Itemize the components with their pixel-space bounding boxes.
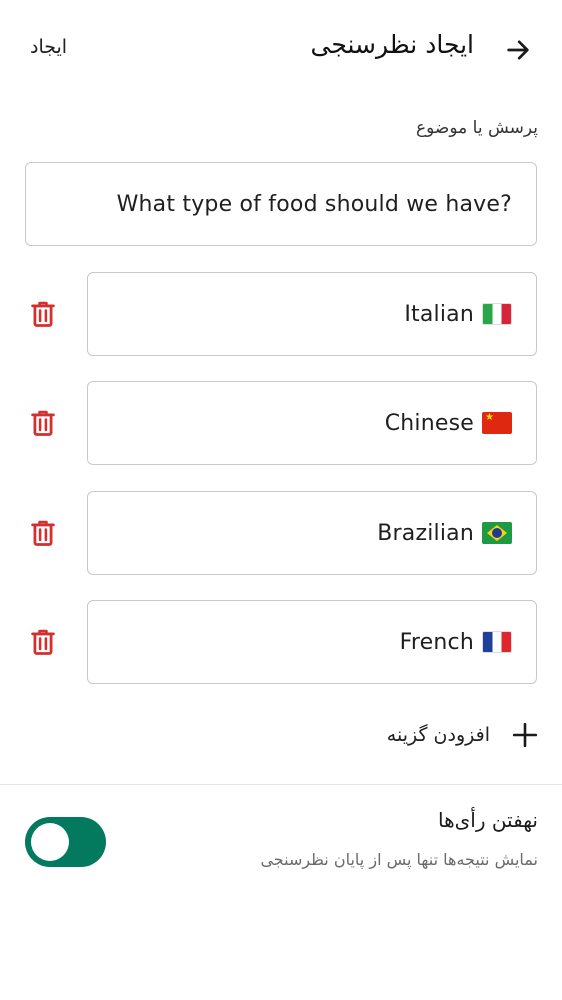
delete-option-button[interactable] xyxy=(28,626,58,658)
delete-option-button[interactable] xyxy=(28,517,58,549)
hide-votes-subtitle: نمایش نتیجه‌ها تنها پس از پایان نظرسنجی xyxy=(260,850,538,869)
create-poll-screen: ایجاد نظرسنجی ایجاد پرسش یا موضوع What t… xyxy=(0,0,562,1000)
question-label: پرسش یا موضوع xyxy=(416,118,538,138)
flag-china-icon: ★ xyxy=(482,412,512,434)
option-label: Brazilian xyxy=(377,520,474,546)
back-button[interactable] xyxy=(502,34,534,66)
plus-icon xyxy=(512,722,538,748)
trash-icon xyxy=(31,629,55,655)
flag-brazil-icon xyxy=(482,522,512,544)
delete-option-button[interactable] xyxy=(28,407,58,439)
trash-icon xyxy=(31,520,55,546)
toggle-knob xyxy=(31,823,69,861)
question-value: What type of food should we have? xyxy=(116,191,512,217)
delete-option-button[interactable] xyxy=(28,298,58,330)
option-label: French xyxy=(399,629,474,655)
flag-italy-icon xyxy=(482,303,512,325)
page-title: ایجاد نظرسنجی xyxy=(310,30,474,59)
option-input[interactable]: French xyxy=(87,600,537,684)
flag-france-icon xyxy=(482,631,512,653)
option-input[interactable]: Italian xyxy=(87,272,537,356)
hide-votes-title: نهفتن رأی‌ها xyxy=(437,808,538,832)
option-input[interactable]: Chinese ★ xyxy=(87,381,537,465)
hide-votes-toggle[interactable] xyxy=(25,817,106,867)
option-label: Italian xyxy=(404,301,474,327)
option-input[interactable]: Brazilian xyxy=(87,491,537,575)
arrow-right-icon xyxy=(507,40,529,60)
divider xyxy=(0,784,562,785)
add-option-button[interactable]: افزودن گزینه xyxy=(387,722,538,748)
question-input[interactable]: What type of food should we have? xyxy=(25,162,537,246)
create-button[interactable]: ایجاد xyxy=(30,36,67,58)
option-label: Chinese xyxy=(384,410,474,436)
trash-icon xyxy=(31,301,55,327)
add-option-label: افزودن گزینه xyxy=(386,724,490,746)
trash-icon xyxy=(31,410,55,436)
